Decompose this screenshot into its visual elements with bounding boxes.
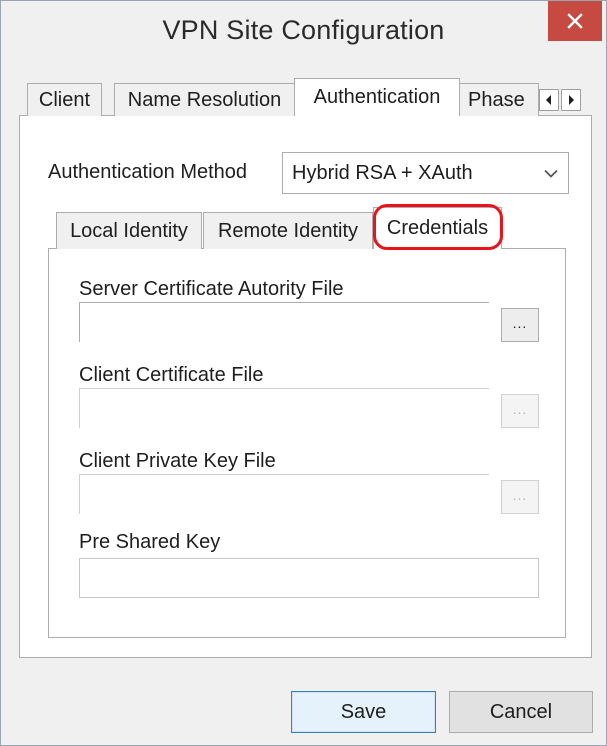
server-ca-file-input[interactable] [79,302,489,342]
tab-scroll-right-button[interactable] [561,89,581,111]
arrow-left-icon [546,95,551,105]
chevron-down-icon [544,169,558,178]
tab-label: Credentials [386,217,489,239]
save-button[interactable]: Save [291,691,436,733]
client-certificate-file-input[interactable] [79,388,489,428]
authentication-method-value: Hybrid RSA + XAuth [292,162,473,184]
tab-scroll-left-button[interactable] [539,89,559,111]
tab-label: Phase [468,88,525,111]
tab-local-identity[interactable]: Local Identity [56,212,202,249]
client-private-key-file-input[interactable] [79,474,489,514]
pre-shared-key-label: Pre Shared Key [79,531,221,553]
server-ca-file-label: Server Certificate Autority File [79,278,344,300]
authentication-method-select[interactable]: Hybrid RSA + XAuth [282,152,569,194]
tab-name-resolution[interactable]: Name Resolution [114,83,295,116]
close-icon [567,13,583,29]
pre-shared-key-input[interactable] [79,558,539,598]
title-bar: VPN Site Configuration [1,1,606,69]
tab-credentials[interactable]: Credentials [373,207,502,249]
close-button[interactable] [548,1,602,41]
vpn-site-configuration-dialog: VPN Site Configuration Client Name Resol… [0,0,607,746]
tab-label: Local Identity [70,219,188,242]
tab-label: Name Resolution [127,88,282,111]
client-private-key-browse-button[interactable]: ... [501,480,539,514]
tab-authentication[interactable]: Authentication [294,78,460,116]
client-private-key-file-label: Client Private Key File [79,450,276,472]
authentication-method-label: Authentication Method [48,161,248,183]
tab-label: Authentication [313,86,441,108]
tab-client[interactable]: Client [27,83,102,116]
tab-remote-identity[interactable]: Remote Identity [203,212,373,249]
tab-label: Client [38,88,91,111]
arrow-right-icon [569,95,574,105]
cancel-button[interactable]: Cancel [449,691,593,733]
client-certificate-browse-button[interactable]: ... [501,394,539,428]
server-ca-browse-button[interactable]: ... [501,308,539,342]
tab-label: Remote Identity [217,219,359,242]
tab-phase[interactable]: Phase [459,83,539,116]
window-title: VPN Site Configuration [162,15,445,45]
client-certificate-file-label: Client Certificate File [79,364,264,386]
tab-scroll-arrows [539,89,583,111]
